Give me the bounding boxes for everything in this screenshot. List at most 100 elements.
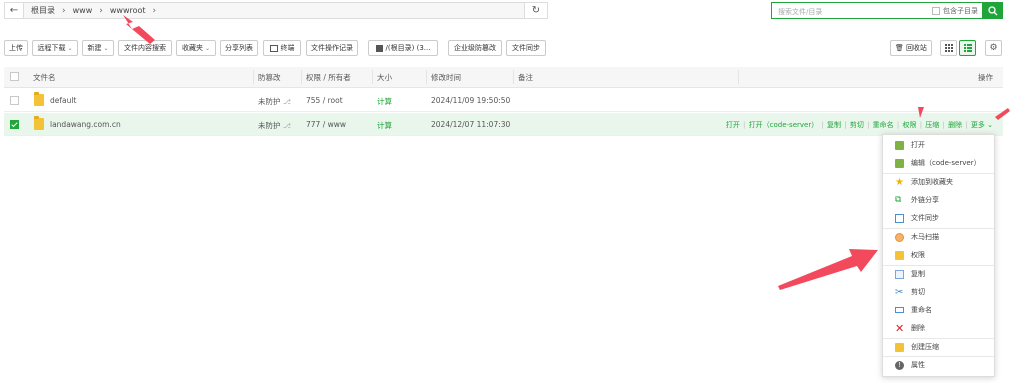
header-note[interactable]: 备注 <box>518 72 533 83</box>
op-cut[interactable]: 剪切 <box>850 121 864 129</box>
menu-item-edit-code-server[interactable]: 编辑（code-server） <box>883 154 994 172</box>
file-name[interactable]: default <box>50 96 76 105</box>
column-divider <box>426 70 427 84</box>
select-all-checkbox[interactable] <box>10 72 19 81</box>
breadcrumb-www[interactable]: www <box>73 6 93 15</box>
menu-item-permission[interactable]: 权限 <box>883 246 994 264</box>
menu-item-copy[interactable]: 复制 <box>883 265 994 283</box>
favorites-label: 收藏夹 <box>181 44 203 52</box>
menu-item-properties[interactable]: ! 属性 <box>883 356 994 374</box>
header-size[interactable]: 大小 <box>377 72 392 83</box>
size-calc-link[interactable]: 计算 <box>377 96 392 107</box>
table-row[interactable]: landawang.com.cn 未防护 ⎇ 777 / www 计算 2024… <box>4 113 1003 136</box>
back-button[interactable]: ← <box>5 3 24 18</box>
include-subdir-option[interactable]: 包含子目录 <box>932 6 978 16</box>
menu-item-trojan-scan[interactable]: 木马扫描 <box>883 228 994 246</box>
header-permission[interactable]: 权限 / 所有者 <box>306 72 351 83</box>
header-ops: 操作 <box>978 73 993 82</box>
favorites-button[interactable]: 收藏夹 ⌄ <box>176 40 216 56</box>
op-delete[interactable]: 删除 <box>948 121 962 129</box>
op-open[interactable]: 打开 <box>726 121 740 129</box>
op-copy[interactable]: 复制 <box>827 121 841 129</box>
recycle-bin-button[interactable]: 🗑 回收站 <box>890 40 932 56</box>
terminal-button[interactable]: 终端 <box>263 40 301 56</box>
op-compress[interactable]: 压缩 <box>925 121 939 129</box>
header-tamper[interactable]: 防篡改 <box>258 72 281 83</box>
breadcrumb-wwwroot[interactable]: wwwroot <box>110 6 146 15</box>
row-checkbox[interactable] <box>10 96 19 105</box>
chevron-right-icon: › <box>152 5 157 16</box>
upload-button[interactable]: 上传 <box>4 40 28 56</box>
remote-download-button[interactable]: 远程下载 ⌄ <box>32 40 78 56</box>
list-icon <box>963 44 972 52</box>
annotation-arrows <box>123 15 1010 290</box>
menu-item-rename[interactable]: 重命名 <box>883 301 994 319</box>
op-open-code-server[interactable]: 打开（code-server） <box>749 121 819 129</box>
grid-view-button[interactable] <box>940 40 957 56</box>
tamper-label: 未防护 <box>258 97 281 106</box>
column-divider <box>738 70 739 84</box>
op-rename[interactable]: 重命名 <box>873 121 894 129</box>
terminal-icon <box>269 44 278 52</box>
compress-icon <box>895 342 904 352</box>
chevron-down-icon: ⌄ <box>103 44 109 52</box>
op-log-button[interactable]: 文件操作记录 <box>306 40 358 56</box>
permission-owner[interactable]: 755 / root <box>306 96 343 105</box>
menu-item-delete[interactable]: ✕ 删除 <box>883 319 994 337</box>
content-search-button[interactable]: 文件内容搜索 <box>118 40 172 56</box>
search-box: 包含子目录 <box>771 2 983 19</box>
menu-item-create-archive[interactable]: 创建压缩 <box>883 338 994 356</box>
include-subdir-checkbox[interactable] <box>932 7 940 15</box>
chevron-right-icon: › <box>62 5 66 16</box>
column-divider <box>372 70 373 84</box>
list-view-button[interactable] <box>959 40 976 56</box>
table-header: 文件名 防篡改 权限 / 所有者 大小 修改时间 备注 操作 <box>4 67 1003 88</box>
tamper-status[interactable]: 未防护 ⎇ <box>258 96 291 107</box>
header-mtime[interactable]: 修改时间 <box>431 72 461 83</box>
row-checkbox[interactable] <box>10 120 19 129</box>
recycle-bin-label: 回收站 <box>905 44 927 52</box>
annotation-arrow <box>778 249 878 290</box>
op-more[interactable]: 更多 <box>971 121 985 129</box>
menu-label: 复制 <box>911 270 925 278</box>
permission-owner[interactable]: 777 / www <box>306 120 346 129</box>
settings-button[interactable]: ⚙ <box>985 40 1002 56</box>
open-icon <box>895 140 904 150</box>
menu-item-open[interactable]: 打开 <box>883 136 994 154</box>
tamper-protect-button[interactable]: 企业级防篡改 <box>448 40 502 56</box>
delete-icon: ✕ <box>895 321 905 335</box>
include-subdir-label: 包含子目录 <box>943 7 978 15</box>
sync-icon <box>895 213 904 223</box>
file-sync-button[interactable]: 文件同步 <box>506 40 546 56</box>
gear-icon: ⚙ <box>989 43 998 53</box>
search-input[interactable] <box>776 4 920 19</box>
path-bar[interactable]: ← 根目录 › www › wwwroot › ↻ <box>4 2 548 19</box>
folder-icon <box>34 116 44 130</box>
rename-icon <box>895 307 904 313</box>
menu-item-cut[interactable]: ✂ 剪切 <box>883 283 994 301</box>
grid-icon <box>944 44 953 52</box>
size-calc-link[interactable]: 计算 <box>377 120 392 131</box>
column-divider <box>513 70 514 84</box>
disk-button[interactable]: /(根目录) (3... <box>368 40 438 56</box>
refresh-button[interactable]: ↻ <box>524 3 547 18</box>
new-button[interactable]: 新建 ⌄ <box>82 40 114 56</box>
menu-label: 编辑（code-server） <box>911 159 981 167</box>
op-permission[interactable]: 权限 <box>902 121 916 129</box>
terminal-label: 终端 <box>280 44 295 52</box>
file-name[interactable]: landawang.com.cn <box>50 120 121 129</box>
menu-item-file-sync[interactable]: 文件同步 <box>883 209 994 227</box>
chevron-down-icon: ⌄ <box>204 44 211 52</box>
menu-label: 权限 <box>911 251 925 259</box>
search-button[interactable] <box>983 2 1003 19</box>
share-list-button[interactable]: 分享列表 <box>220 40 258 56</box>
table-row[interactable]: default 未防护 ⎇ 755 / root 计算 2024/11/09 1… <box>4 89 1003 112</box>
search-icon <box>988 5 998 15</box>
menu-item-add-favorite[interactable]: ★ 添加到收藏夹 <box>883 173 994 191</box>
tamper-status[interactable]: 未防护 ⎇ <box>258 120 291 131</box>
breadcrumb-root[interactable]: 根目录 <box>31 5 55 16</box>
tamper-label: 未防护 <box>258 121 281 130</box>
menu-item-share-link[interactable]: ⧉ 外链分享 <box>883 191 994 209</box>
column-divider <box>301 70 302 84</box>
header-name[interactable]: 文件名 <box>33 72 56 83</box>
